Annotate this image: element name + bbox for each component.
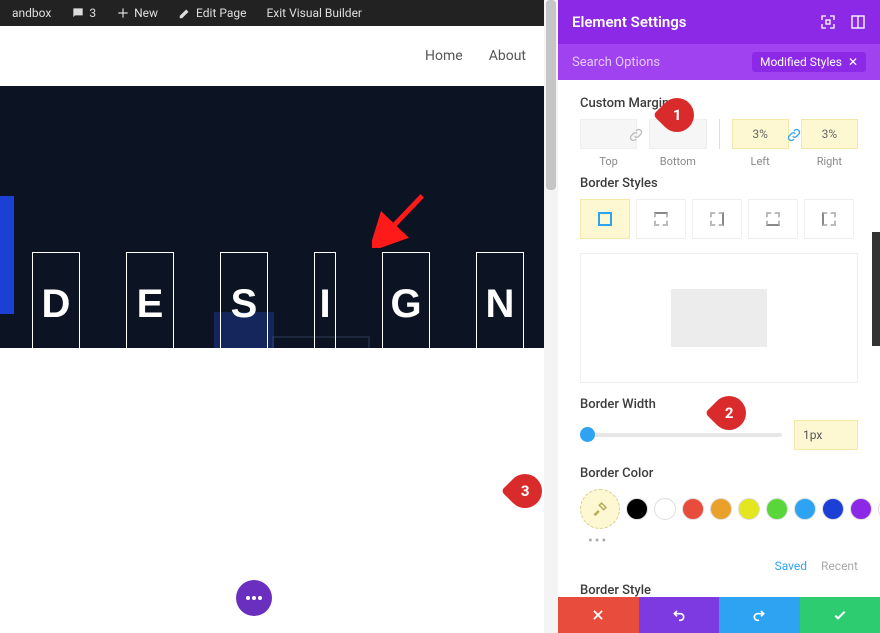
panel-body: Custom Margin Top Bottom 3% Left 3% bbox=[558, 80, 880, 597]
element-settings-panel: Element Settings Search Options Modified… bbox=[558, 0, 880, 633]
swatch-black[interactable] bbox=[626, 498, 648, 520]
comments-count: 3 bbox=[89, 6, 96, 20]
design-letters: D E S I G N bbox=[32, 252, 524, 348]
color-picker-button[interactable] bbox=[580, 489, 620, 529]
color-swatches bbox=[580, 489, 858, 529]
new-link[interactable]: New bbox=[108, 6, 166, 20]
border-preview bbox=[580, 253, 858, 383]
panel-footer bbox=[558, 597, 880, 633]
new-label: New bbox=[134, 6, 158, 20]
letter-s[interactable]: S bbox=[220, 252, 268, 348]
snap-icon[interactable] bbox=[820, 14, 836, 30]
border-width-value[interactable]: 1px bbox=[794, 420, 858, 450]
panel-title: Element Settings bbox=[572, 13, 687, 31]
margin-top-cap: Top bbox=[580, 155, 637, 168]
slider-thumb[interactable] bbox=[580, 427, 595, 442]
hero-section: D E S I G N bbox=[0, 86, 544, 348]
comments-link[interactable]: 3 bbox=[63, 6, 104, 20]
border-color-label: Border Color bbox=[580, 466, 858, 481]
undo-button[interactable] bbox=[639, 597, 720, 633]
swatch-cyan[interactable] bbox=[794, 498, 816, 520]
border-styles-label: Border Styles bbox=[580, 176, 858, 191]
panel-header: Element Settings bbox=[558, 0, 880, 44]
expand-icon[interactable] bbox=[850, 14, 866, 30]
margin-left-cap: Left bbox=[732, 155, 789, 168]
swatch-orange[interactable] bbox=[710, 498, 732, 520]
builder-fab[interactable] bbox=[236, 580, 272, 616]
border-style-row bbox=[580, 199, 858, 239]
undo-icon bbox=[671, 607, 687, 623]
margin-left-val: 3% bbox=[752, 127, 768, 141]
border-left[interactable] bbox=[804, 199, 854, 239]
more-colors[interactable]: ••• bbox=[588, 533, 858, 549]
panel-subheader: Search Options Modified Styles ✕ bbox=[558, 44, 880, 80]
modified-styles-chip[interactable]: Modified Styles ✕ bbox=[752, 52, 866, 72]
letter-g[interactable]: G bbox=[382, 252, 430, 348]
site-nav: Home About bbox=[0, 26, 544, 86]
plus-icon bbox=[116, 6, 130, 20]
margin-bottom-cap: Bottom bbox=[649, 155, 706, 168]
search-options[interactable]: Search Options bbox=[572, 55, 660, 70]
main-scrollbar[interactable] bbox=[544, 0, 558, 633]
site-name[interactable]: andbox bbox=[4, 6, 59, 20]
edit-label: Edit Page bbox=[196, 6, 246, 20]
border-all[interactable] bbox=[580, 199, 630, 239]
link-icon[interactable] bbox=[628, 127, 644, 143]
check-icon bbox=[832, 607, 848, 623]
letter-i[interactable]: I bbox=[314, 252, 336, 348]
margin-right-cap: Right bbox=[801, 155, 858, 168]
save-button[interactable] bbox=[800, 597, 880, 633]
eyedropper-icon bbox=[591, 500, 609, 518]
margin-right-input[interactable]: 3% bbox=[801, 119, 858, 149]
side-handle[interactable] bbox=[872, 232, 880, 346]
accent-bar bbox=[0, 196, 14, 314]
margin-right-val: 3% bbox=[822, 127, 838, 141]
link-icon[interactable] bbox=[786, 127, 802, 143]
wp-admin-bar: andbox 3 New Edit Page Exit Visual Build… bbox=[0, 0, 544, 26]
preview-placeholder bbox=[671, 289, 767, 347]
close-icon[interactable]: ✕ bbox=[848, 55, 858, 69]
border-style-label: Border Style bbox=[580, 583, 858, 597]
border-width-slider[interactable] bbox=[580, 433, 782, 437]
custom-margin-label: Custom Margin bbox=[580, 96, 858, 111]
swatch-white[interactable] bbox=[654, 498, 676, 520]
cancel-button[interactable] bbox=[558, 597, 639, 633]
margin-left-input[interactable]: 3% bbox=[732, 119, 789, 149]
swatch-red[interactable] bbox=[682, 498, 704, 520]
chip-label: Modified Styles bbox=[760, 55, 842, 69]
dots-icon bbox=[245, 595, 263, 601]
swatch-yellow[interactable] bbox=[738, 498, 760, 520]
letter-d[interactable]: D bbox=[32, 252, 80, 348]
swatch-purple[interactable] bbox=[850, 498, 872, 520]
swatch-green[interactable] bbox=[766, 498, 788, 520]
border-top[interactable] bbox=[636, 199, 686, 239]
color-tabs: Saved Recent bbox=[580, 559, 858, 573]
border-bottom[interactable] bbox=[748, 199, 798, 239]
scroll-thumb[interactable] bbox=[546, 0, 556, 190]
exit-visual-builder[interactable]: Exit Visual Builder bbox=[258, 6, 370, 20]
redo-icon bbox=[751, 607, 767, 623]
pencil-icon bbox=[178, 6, 192, 20]
margin-row: Top Bottom 3% Left 3% Right bbox=[580, 119, 858, 168]
editor-main: andbox 3 New Edit Page Exit Visual Build… bbox=[0, 0, 544, 633]
nav-about[interactable]: About bbox=[489, 48, 526, 64]
letter-n[interactable]: N bbox=[476, 252, 524, 348]
close-icon bbox=[591, 608, 605, 622]
recent-tab[interactable]: Recent bbox=[821, 559, 858, 573]
swatch-blue[interactable] bbox=[822, 498, 844, 520]
letter-e[interactable]: E bbox=[126, 252, 174, 348]
nav-home[interactable]: Home bbox=[425, 48, 463, 64]
edit-page-link[interactable]: Edit Page bbox=[170, 6, 254, 20]
saved-tab[interactable]: Saved bbox=[775, 559, 807, 573]
redo-button[interactable] bbox=[719, 597, 800, 633]
border-right[interactable] bbox=[692, 199, 742, 239]
comment-icon bbox=[71, 6, 85, 20]
annotation-arrow bbox=[372, 190, 430, 252]
